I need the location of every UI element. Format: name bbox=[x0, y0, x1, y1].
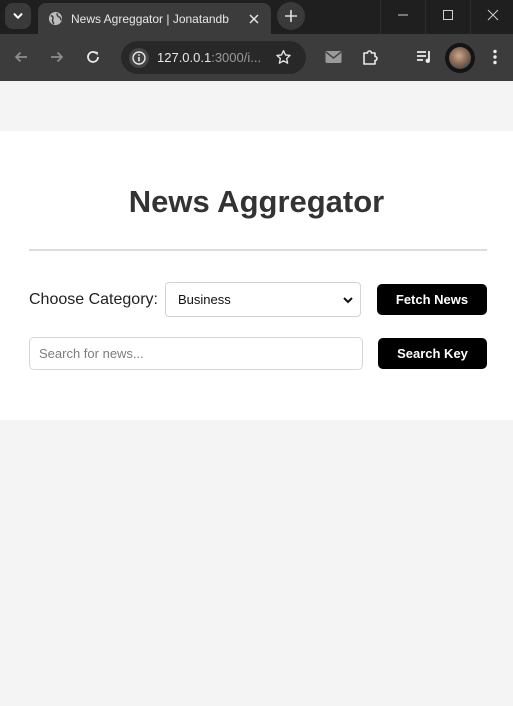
chevron-down-icon bbox=[343, 297, 353, 304]
tab-close-button[interactable] bbox=[245, 10, 263, 28]
plus-icon bbox=[285, 10, 297, 22]
bookmark-button[interactable] bbox=[270, 44, 296, 70]
browser-menu-button[interactable] bbox=[482, 44, 508, 70]
search-input[interactable]: Search for news... bbox=[29, 337, 363, 370]
maximize-button[interactable] bbox=[426, 0, 470, 30]
forward-button[interactable] bbox=[44, 44, 70, 70]
info-icon bbox=[132, 50, 146, 65]
browser-toolbar: 127.0.0.1:3000/i... bbox=[0, 34, 513, 81]
site-info-button[interactable] bbox=[129, 47, 149, 68]
search-placeholder: Search for news... bbox=[39, 346, 144, 361]
title-divider bbox=[29, 249, 487, 251]
back-button[interactable] bbox=[8, 44, 34, 70]
reload-icon bbox=[87, 51, 99, 63]
maximize-icon bbox=[443, 10, 453, 20]
tab-title: News Agreggator | Jonatandb bbox=[71, 11, 229, 26]
url-host: 127.0.0.1 bbox=[157, 50, 212, 65]
window-close-button[interactable] bbox=[471, 0, 513, 30]
reload-button[interactable] bbox=[80, 44, 106, 70]
back-icon bbox=[14, 51, 27, 63]
fetch-news-button[interactable]: Fetch News bbox=[377, 284, 487, 315]
search-key-button[interactable]: Search Key bbox=[378, 338, 487, 369]
minimize-icon bbox=[398, 14, 408, 16]
forward-icon bbox=[51, 51, 64, 63]
media-queue-button[interactable] bbox=[411, 44, 437, 70]
profile-avatar[interactable] bbox=[445, 43, 475, 73]
star-icon bbox=[275, 49, 291, 64]
tab-search-button[interactable] bbox=[5, 3, 31, 29]
url-path: :3000/i... bbox=[211, 50, 262, 65]
mail-icon bbox=[325, 51, 341, 63]
browser-tabstrip: News Agreggator | Jonatandb bbox=[0, 0, 513, 34]
close-icon bbox=[249, 14, 259, 23]
url-text: 127.0.0.1:3000/i... bbox=[157, 50, 267, 65]
news-aggregator-card: News Aggregator Choose Category: Busines… bbox=[0, 131, 513, 420]
new-tab-button[interactable] bbox=[277, 2, 305, 30]
extensions-button[interactable] bbox=[357, 44, 383, 70]
globe-icon bbox=[48, 11, 63, 26]
avatar-image bbox=[449, 47, 471, 69]
kebab-menu-icon bbox=[493, 49, 497, 65]
media-queue-icon bbox=[416, 51, 430, 63]
category-selected-value: Business bbox=[178, 292, 231, 307]
mail-extension-button[interactable] bbox=[320, 44, 346, 70]
close-icon bbox=[487, 9, 499, 21]
page-viewport: News Aggregator Choose Category: Busines… bbox=[0, 81, 513, 706]
browser-tab-active[interactable]: News Agreggator | Jonatandb bbox=[38, 3, 271, 34]
page-title: News Aggregator bbox=[128, 184, 385, 219]
category-label: Choose Category: bbox=[29, 291, 158, 308]
chevron-down-icon bbox=[13, 13, 23, 19]
category-select[interactable]: Business bbox=[165, 282, 361, 317]
extensions-icon bbox=[363, 50, 378, 65]
minimize-button[interactable] bbox=[381, 0, 425, 30]
